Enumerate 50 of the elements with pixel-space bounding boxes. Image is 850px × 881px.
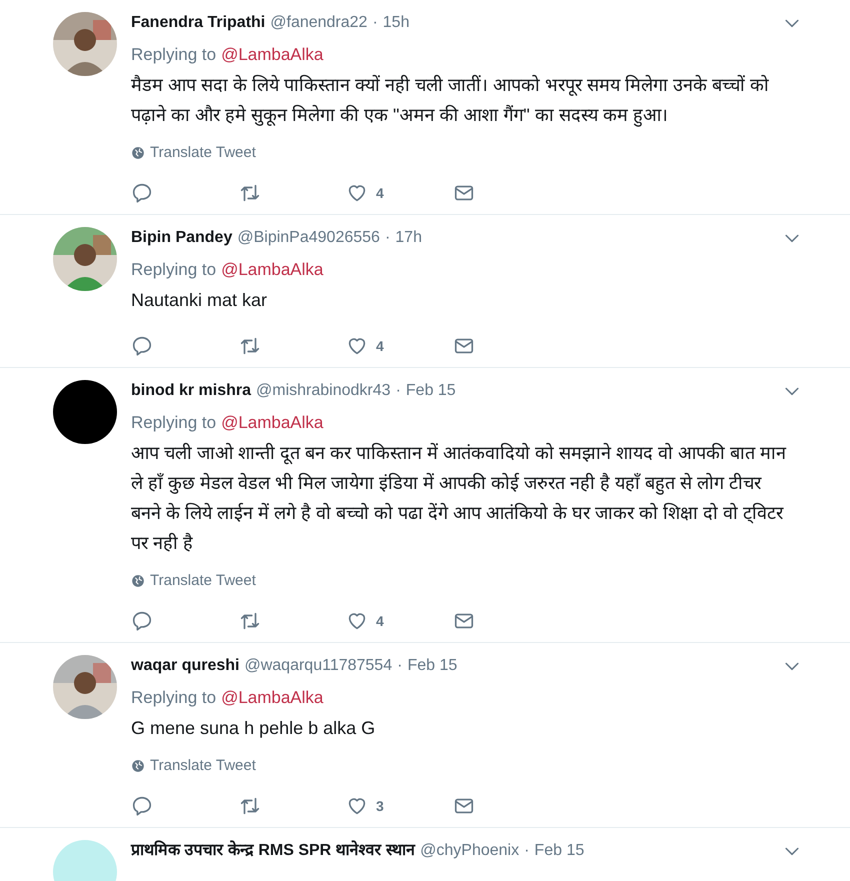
user-handle[interactable]: @BipinPa49026556	[237, 226, 380, 250]
reply-icon[interactable]	[131, 182, 153, 204]
replying-label: Replying to	[131, 44, 216, 66]
mention-link[interactable]: @LambaAlka	[221, 259, 324, 281]
tweet-text: आप चली जाओ शान्ती दूत बन कर पाकिस्तान में आतंकवादियो को समझाने शायद वो आपकी बात मान ले हाँ कुछ मेडल वेडल भी मिल जायेगा इंडिया में आपकी कोई जरुरत नही है यहाँ बहुत से लोग टीचर बनने के लिये लाईन में लगे है वो बच्चो को पढा देंगे आप आतंकियो के घर जाकर को शिक्षा दो वो ट्विटर पर नही है	[131, 442, 788, 555]
user-handle[interactable]: @waqarqu11787554	[244, 654, 392, 678]
globe-icon	[131, 759, 145, 773]
replying-label: Replying to	[131, 412, 216, 434]
retweet-icon[interactable]	[239, 335, 261, 357]
tweet-time[interactable]: Feb 15	[407, 654, 458, 678]
mention-link[interactable]: @LambaAlka	[221, 687, 324, 709]
mention-link[interactable]: @LambaAlka	[221, 44, 324, 66]
tweet-text: Nautanki mat kar	[131, 289, 268, 312]
tweet-time[interactable]: 15h	[382, 11, 410, 35]
retweet-icon[interactable]	[239, 182, 261, 204]
like-count: 4	[376, 612, 384, 630]
replying-label: Replying to	[131, 687, 216, 709]
reply-icon[interactable]	[131, 795, 153, 817]
user-name[interactable]: Fanendra Tripathi	[131, 11, 266, 35]
globe-icon	[131, 574, 145, 588]
tweet-text: मैडम आप सदा के लिये पाकिस्तान क्यों नही चली जातीं। आपको भरपूर समय मिलेगा उनके बच्चों को पढ़ाने का और हमे सुकून मिलेगा की एक "अमन की आशा गैंग" का सदस्य कम हुआ।	[131, 74, 770, 129]
translate-link[interactable]: Translate Tweet	[131, 757, 256, 775]
user-handle[interactable]: @fanendra22	[270, 11, 368, 35]
reply-icon[interactable]	[131, 335, 153, 357]
globe-icon	[131, 146, 145, 160]
separator-dot: ·	[524, 841, 530, 861]
like-count: 4	[376, 336, 384, 356]
retweet-icon[interactable]	[239, 610, 261, 632]
retweet-icon[interactable]	[239, 795, 261, 817]
separator-dot: ·	[397, 656, 402, 676]
replying-label: Replying to	[131, 259, 216, 281]
user-handle[interactable]: @chyPhoenix	[420, 839, 520, 863]
translate-link[interactable]: Translate Tweet	[131, 144, 256, 162]
like-count: 3	[376, 796, 384, 816]
like-count: 4	[376, 184, 384, 202]
user-name[interactable]: Bipin Pandey	[131, 226, 232, 250]
reply-icon[interactable]	[131, 610, 153, 632]
tweet-text: G mene suna h pehle b alka G	[131, 717, 376, 740]
translate-link[interactable]: Translate Tweet	[131, 572, 256, 590]
user-name[interactable]: waqar qureshi	[131, 654, 240, 678]
tweet-time[interactable]: 17h	[395, 226, 422, 250]
user-name[interactable]: प्राथमिक उपचार केन्द्र RMS SPR थानेश्वर स्थान	[131, 839, 416, 863]
user-handle[interactable]: @mishrabinodkr43	[256, 379, 391, 403]
tweet-time[interactable]: Feb 15	[406, 379, 456, 403]
mention-link[interactable]: @LambaAlka	[221, 412, 324, 434]
separator-dot: ·	[396, 381, 401, 401]
separator-dot: ·	[372, 13, 378, 33]
tweet-time[interactable]: Feb 15	[534, 839, 584, 863]
separator-dot: ·	[384, 228, 390, 248]
user-name[interactable]: binod kr mishra	[131, 379, 252, 403]
